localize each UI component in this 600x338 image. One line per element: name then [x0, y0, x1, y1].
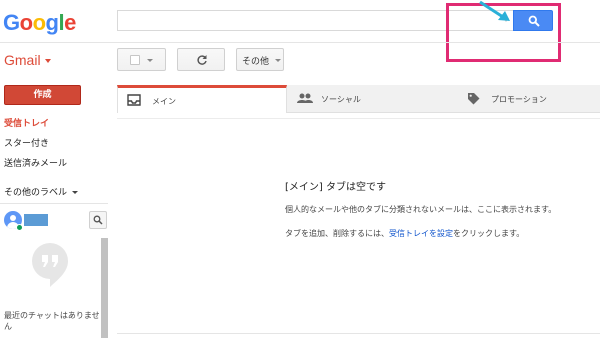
person-head	[10, 215, 16, 221]
chevron-down-icon	[275, 59, 281, 62]
gmail-label: Gmail	[4, 52, 41, 68]
logo-letter: e	[64, 10, 76, 35]
sidebar-item-starred[interactable]: スター付き	[4, 136, 49, 149]
chat-bubble-icon	[32, 243, 68, 287]
logo-letter: g	[45, 10, 59, 35]
online-status-icon	[16, 224, 23, 231]
tab-promotions-label: プロモーション	[491, 95, 547, 104]
chat-search-button[interactable]	[89, 211, 107, 229]
search-icon	[93, 215, 103, 225]
more-labels-label: その他のラベル	[4, 188, 68, 198]
tab-primary[interactable]: メイン	[117, 85, 287, 113]
header-divider	[0, 42, 600, 43]
hint-prefix: タブを追加、削除するには、	[285, 229, 389, 238]
sidebar-item-sent[interactable]: 送信済みメール	[4, 156, 67, 169]
refresh-button[interactable]	[177, 48, 225, 71]
pointer-arrow-icon	[479, 0, 510, 21]
empty-state-hint: タブを追加、削除するには、受信トレイを設定をクリックします。	[285, 228, 524, 239]
tab-social-label: ソーシャル	[321, 95, 361, 104]
chevron-down-icon	[72, 191, 79, 194]
tab-social[interactable]: ソーシャル	[287, 85, 457, 113]
chevron-down-icon	[147, 59, 153, 62]
chat-divider	[0, 203, 108, 204]
checkbox-icon	[130, 55, 140, 65]
empty-state-description: 個人的なメールや他のタブに分類されないメールは、ここに表示されます。	[285, 205, 557, 214]
logo-letter: o	[19, 10, 33, 35]
chevron-down-icon	[44, 59, 51, 64]
hint-suffix: をクリックします。	[453, 229, 525, 238]
logo-letter: G	[3, 10, 20, 35]
empty-state-title: [メイン] タブは空です	[285, 182, 386, 193]
refresh-icon	[197, 55, 207, 65]
google-logo[interactable]: Google	[3, 10, 76, 36]
logo-letter: o	[32, 10, 46, 35]
tab-promotions[interactable]: プロモーション	[457, 85, 600, 113]
chat-empty-message: 最近のチャットはありませ ん	[4, 311, 100, 331]
select-button[interactable]	[117, 48, 166, 71]
gmail-app-switcher[interactable]: Gmail	[4, 52, 51, 68]
sidebar-item-inbox[interactable]: 受信トレイ	[4, 116, 49, 129]
content-divider	[117, 118, 600, 119]
footer-divider	[117, 333, 600, 334]
sidebar-item-more-labels[interactable]: その他のラベル	[4, 185, 79, 198]
inbox-icon	[127, 94, 141, 106]
tag-icon	[468, 93, 480, 105]
scrollbar[interactable]	[101, 238, 108, 338]
chat-user-name-redacted[interactable]	[24, 214, 48, 226]
inbox-settings-link[interactable]: 受信トレイを設定	[389, 229, 453, 238]
compose-button[interactable]: 作成	[4, 85, 81, 105]
people-icon	[297, 93, 313, 103]
more-button[interactable]: その他	[236, 48, 284, 71]
tab-primary-label: メイン	[152, 97, 176, 106]
more-label: その他	[242, 57, 270, 67]
